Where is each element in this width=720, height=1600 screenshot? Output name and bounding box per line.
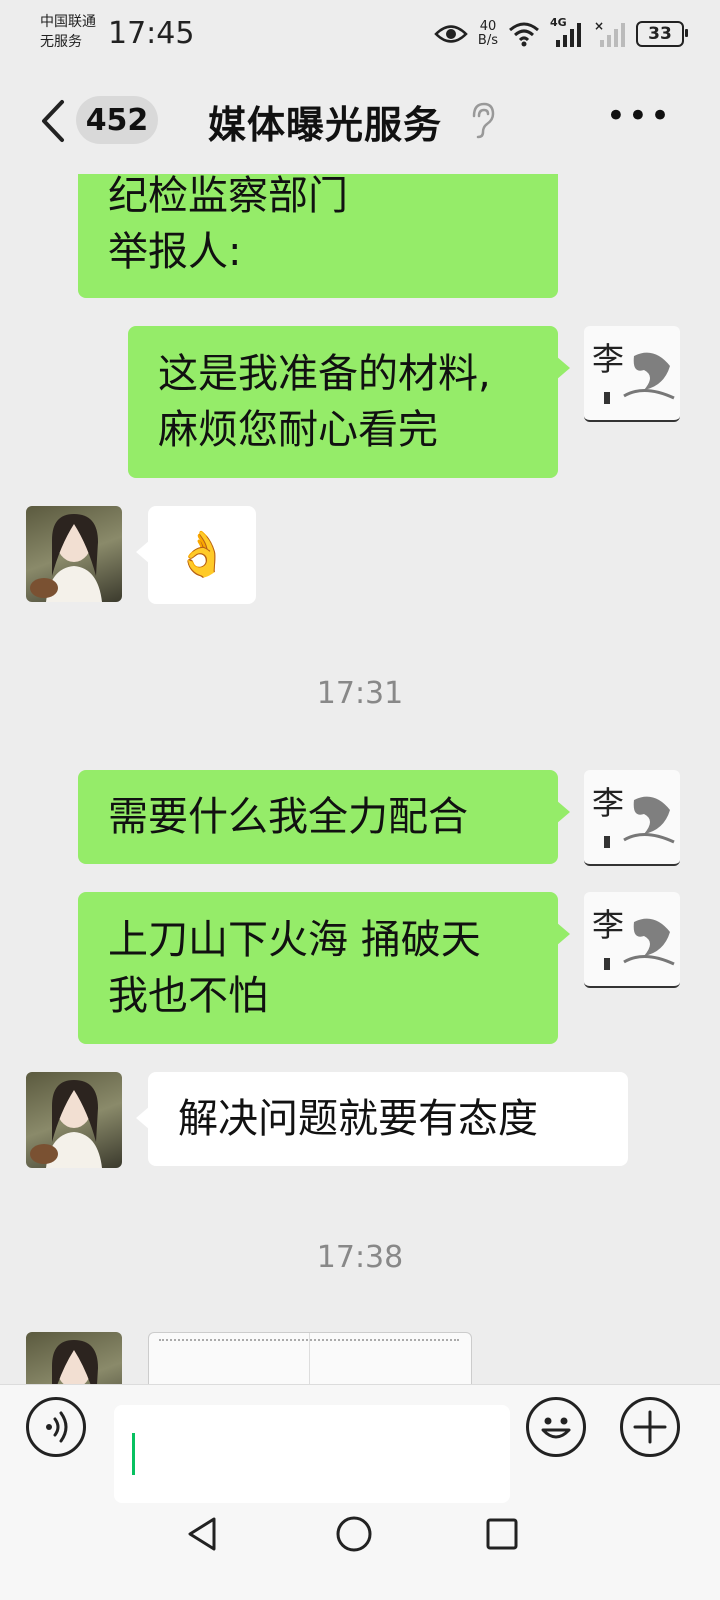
wifi-icon [509, 22, 539, 47]
system-nav-bar [0, 1504, 720, 1600]
message-line: 麻烦您耐心看完 [158, 407, 438, 453]
message-bubble-other[interactable]: 👌 [136, 506, 256, 604]
svg-text:×: × [594, 20, 604, 33]
plus-icon[interactable] [620, 1397, 680, 1457]
girl-portrait-avatar [30, 514, 102, 602]
thumbnail-divider [309, 1333, 310, 1384]
avatar-self[interactable]: 李 [584, 892, 680, 988]
chat-title: 媒体曝光服务 [208, 103, 443, 147]
message-list[interactable]: 纪检监察部门 举报人: 这是我准备的材料, 麻烦您耐心看完 李 👌 17:31 … [0, 174, 720, 1384]
girl-portrait-avatar [52, 1340, 98, 1384]
message-bubble-self[interactable]: 上刀山下火海 捅破天 我也不怕 [78, 892, 570, 1044]
carrier-service: 无服务 [40, 34, 82, 50]
ink-painting-avatar: 李 [592, 906, 675, 970]
message-input[interactable] [114, 1405, 510, 1503]
message-timestamp: 17:38 [316, 1240, 404, 1275]
avatar-other[interactable] [26, 506, 122, 602]
text-caret [132, 1433, 135, 1475]
status-time: 17:45 [108, 16, 195, 51]
status-bar: 中国联通 无服务 17:45 40 B/s 4G × 33 [0, 0, 720, 70]
square-recent-icon[interactable] [484, 1514, 520, 1554]
message-line: 举报人: [108, 229, 242, 275]
ear-icon [472, 102, 495, 139]
status-icons: 40 B/s 4G × 33 [434, 14, 688, 54]
message-line: 这是我准备的材料, [158, 351, 491, 397]
svg-text:李: 李 [592, 906, 624, 944]
carrier-name: 中国联通 [40, 14, 96, 30]
message-bubble-self[interactable]: 需要什么我全力配合 [78, 770, 570, 864]
avatar-self[interactable]: 李 [584, 326, 680, 422]
message-line: 我也不怕 [108, 973, 268, 1019]
unread-count-badge[interactable]: 452 [76, 96, 158, 144]
battery-indicator: 33 [636, 21, 688, 47]
chevron-left-icon[interactable] [34, 98, 74, 144]
message-line: 纪检监察部门 [108, 174, 348, 219]
image-message-thumbnail[interactable] [148, 1332, 472, 1384]
input-bar [0, 1384, 720, 1505]
carrier-info: 中国联通 无服务 [40, 12, 96, 52]
ink-painting-avatar: 李 [592, 340, 675, 404]
signal-no-service-icon: × [594, 20, 625, 47]
triangle-back-icon[interactable] [184, 1514, 220, 1554]
avatar-other[interactable] [26, 1332, 122, 1384]
emoji-icon[interactable] [526, 1397, 586, 1457]
message-bubble-self[interactable]: 这是我准备的材料, 麻烦您耐心看完 [128, 326, 570, 478]
ok-hand-emoji: 👌 [174, 529, 230, 580]
svg-text:李: 李 [592, 784, 624, 822]
circle-home-icon[interactable] [334, 1514, 374, 1554]
ink-painting-avatar: 李 [592, 784, 675, 848]
message-line: 上刀山下火海 捅破天 [108, 917, 481, 963]
avatar-other[interactable] [26, 1072, 122, 1168]
chat-header: 452 媒体曝光服务 ••• [0, 70, 720, 174]
message-bubble-self[interactable]: 纪检监察部门 举报人: [78, 174, 558, 298]
message-timestamp: 17:31 [316, 676, 404, 711]
voice-icon[interactable] [26, 1397, 86, 1457]
more-icon[interactable]: ••• [606, 99, 672, 133]
girl-portrait-avatar [30, 1080, 102, 1168]
signal-4g-icon: 4G [550, 16, 584, 48]
message-line: 需要什么我全力配合 [108, 794, 468, 840]
message-bubble-other[interactable]: 解决问题就要有态度 [136, 1072, 628, 1166]
svg-text:李: 李 [592, 340, 624, 378]
eye-icon [434, 25, 468, 43]
avatar-self[interactable]: 李 [584, 770, 680, 866]
network-speed: 40 B/s [477, 19, 498, 48]
message-line: 解决问题就要有态度 [178, 1096, 538, 1142]
